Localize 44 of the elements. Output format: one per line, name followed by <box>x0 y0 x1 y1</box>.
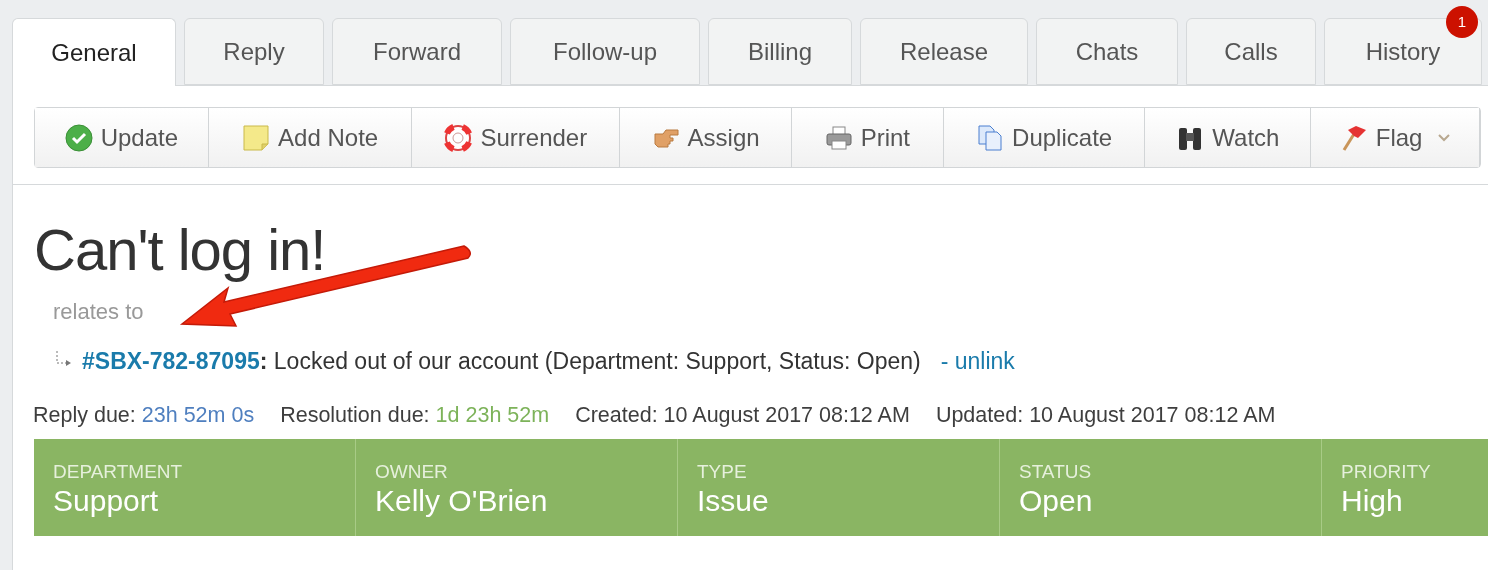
date-value: 10 August 2017 08:12 AM <box>663 401 910 429</box>
ticket-summary: : Locked out of our account (Department: Support, Status: Open) <box>259 347 921 376</box>
date-value: 23h 52m 0s <box>141 401 255 429</box>
toolbar-button[interactable]: Flag <box>1311 108 1480 167</box>
tab[interactable]: Calls <box>1186 18 1316 85</box>
check-circle-icon <box>64 123 93 152</box>
tab[interactable]: Billing <box>708 18 852 85</box>
lifebuoy-icon <box>444 123 473 152</box>
ticket-link[interactable]: #SBX-782-87095 <box>82 344 260 379</box>
toolbar-button[interactable]: Add Note <box>208 108 413 167</box>
date-label: Reply due: <box>33 401 136 429</box>
date-label: Updated: <box>935 401 1024 429</box>
toolbar-button[interactable]: Watch <box>1145 108 1312 167</box>
property-label: PRIORITY <box>1341 460 1432 483</box>
copy-icon <box>976 123 1005 152</box>
relates-label: relates to <box>53 298 144 326</box>
property-label: OWNER <box>375 460 449 483</box>
property-label: DEPARTMENT <box>53 460 184 483</box>
toolbar-button[interactable]: Update <box>35 108 209 167</box>
toolbar-button[interactable]: Surrender <box>412 108 621 167</box>
tab[interactable]: Forward <box>332 18 502 85</box>
toolbar-button[interactable]: Assign <box>620 108 792 167</box>
unlink-link[interactable]: - unlink <box>940 344 1015 379</box>
tab[interactable]: Follow-up <box>510 18 700 85</box>
tab[interactable]: Release <box>860 18 1028 85</box>
date-value: 10 August 2017 08:12 AM <box>1029 401 1276 429</box>
toolbar-button[interactable]: Print <box>791 108 944 167</box>
tab[interactable]: General <box>12 18 176 86</box>
property-value: High <box>1341 482 1404 519</box>
date-label: Resolution due: <box>280 401 430 429</box>
tab[interactable]: Chats <box>1036 18 1178 85</box>
printer-icon <box>824 123 853 152</box>
date-label: Created: <box>575 401 658 429</box>
property-value: Open <box>1019 482 1094 519</box>
property-value: Support <box>53 482 160 519</box>
sticky-note-icon <box>242 123 271 152</box>
toolbar-button[interactable]: Duplicate <box>943 108 1146 167</box>
tab[interactable]: Reply <box>184 18 324 85</box>
property-value: Issue <box>697 482 770 519</box>
property-label: STATUS <box>1019 460 1093 483</box>
date-value: 1d 23h 52m <box>435 401 550 429</box>
notification-badge: 1 <box>1446 6 1478 38</box>
property-value: Kelly O'Brien <box>375 482 549 519</box>
property-label: TYPE <box>697 460 748 483</box>
